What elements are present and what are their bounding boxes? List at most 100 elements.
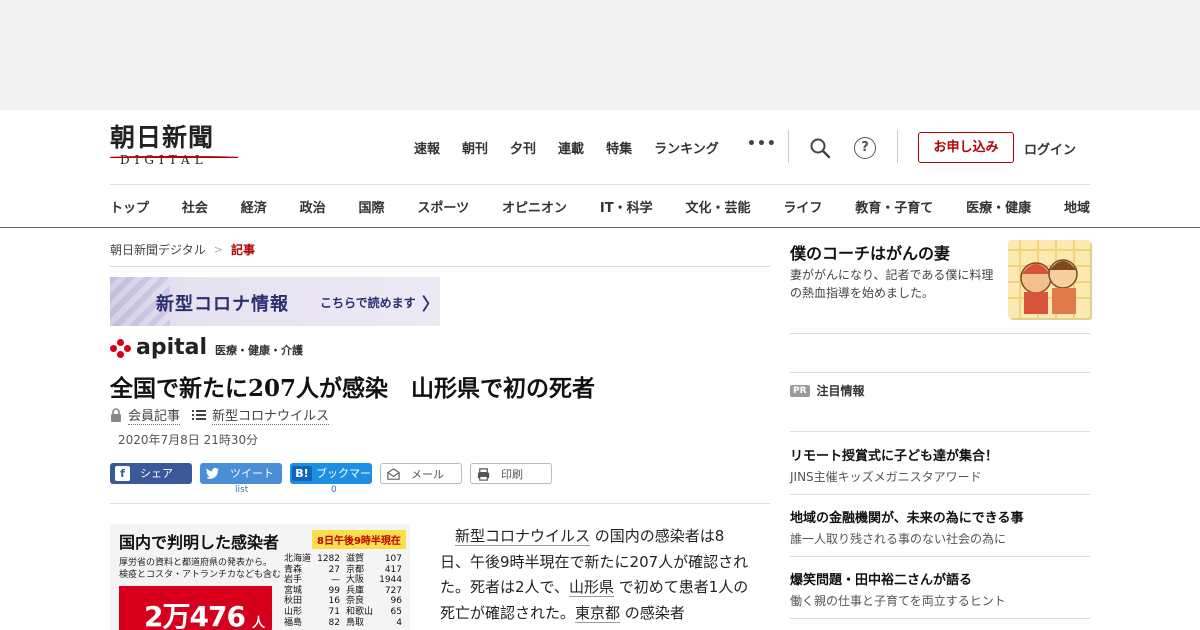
prefecture-name: 滋賀 — [346, 554, 365, 564]
sidebar-feature-title[interactable]: 僕のコーチはがんの妻 — [790, 240, 950, 264]
nav-rensai[interactable]: 連載 — [558, 138, 584, 157]
prefecture-cell: 岩手 — — [284, 575, 346, 586]
asahi-logo[interactable]: 朝日新聞 DIGITAL — [110, 124, 245, 172]
prefecture-count: 727 — [384, 585, 402, 596]
prefecture-name: 鳥取 — [346, 617, 365, 628]
prefecture-name: 兵庫 — [346, 585, 365, 596]
lock-icon — [111, 408, 121, 422]
yamagata-link[interactable]: 山形県 — [568, 578, 614, 597]
apital-label[interactable]: apital 医療・健康・介護 — [110, 337, 303, 359]
prefecture-name: 大阪 — [346, 575, 365, 586]
facebook-share-button[interactable]: f シェア — [110, 463, 192, 484]
divider — [790, 333, 1090, 334]
category-life[interactable]: ライフ — [783, 197, 822, 216]
prefecture-name: 奈良 — [346, 596, 365, 607]
apply-button[interactable]: お申し込み — [918, 132, 1014, 163]
infographic-title: 国内で判明した感染者 — [119, 533, 280, 552]
prefecture-cell: 鳥取 4 — [346, 618, 408, 629]
prefecture-count: 16 — [328, 596, 340, 607]
mail-share-label: メール — [411, 468, 444, 481]
category-opinion[interactable]: オピニオン — [502, 197, 567, 216]
prefecture-cell: 奈良 96 — [346, 596, 408, 607]
category-society[interactable]: 社会 — [182, 197, 208, 216]
banner-link: こちらで読めます — [320, 296, 416, 310]
top-nav: 速報 朝刊 夕刊 連載 特集 ランキング — [414, 138, 741, 157]
category-education[interactable]: 教育・子育て — [855, 197, 933, 216]
breadcrumb-home[interactable]: 朝日新聞デジタル — [110, 241, 206, 258]
infographic-source-line: 厚労省の資料と都道府県の発表から。 — [119, 558, 273, 568]
ad-area — [0, 0, 1200, 110]
chevron-right-icon: 〉 — [422, 295, 439, 315]
prefecture-cell: 山形 71 — [284, 607, 346, 618]
prefecture-row: 山形 71 和歌山 65 — [284, 607, 408, 618]
infographic-as-of: 8日午後9時半現在 — [312, 530, 406, 549]
prefecture-count: — — [331, 575, 340, 586]
tokyo-link[interactable]: 東京都 — [575, 603, 621, 623]
prefecture-row: 福島 82 鳥取 4 — [284, 618, 408, 629]
search-icon[interactable] — [809, 137, 831, 159]
topic-inline-link[interactable]: 新型コロナウイルス — [455, 527, 591, 546]
prefecture-row: 秋田 16 奈良 96 — [284, 596, 408, 607]
divider — [897, 130, 898, 163]
banner-title: 新型コロナ情報 — [156, 294, 289, 315]
print-button[interactable]: 印刷 — [470, 463, 552, 484]
prefecture-count: 107 — [384, 554, 402, 564]
category-culture[interactable]: 文化・芸能 — [685, 197, 750, 216]
facebook-share-label: シェア — [140, 467, 173, 480]
twitter-share-button[interactable]: ツイート — [200, 463, 282, 484]
twitter-count[interactable]: list — [235, 485, 248, 495]
prefecture-name: 青森 — [284, 564, 303, 575]
nav-tokushu[interactable]: 特集 — [606, 138, 632, 157]
breadcrumb-current: 記事 — [230, 243, 255, 257]
category-top[interactable]: トップ — [110, 197, 149, 216]
category-it-science[interactable]: IT・科学 — [600, 197, 653, 216]
hatena-count[interactable]: 0 — [331, 485, 337, 495]
hatena-bookmark-label: ブックマーク — [316, 467, 382, 480]
topic-link[interactable]: 新型コロナウイルス — [212, 405, 330, 425]
prefecture-count: 96 — [390, 596, 402, 607]
prefecture-count: 1944 — [379, 575, 402, 586]
prefecture-count: 99 — [328, 585, 340, 596]
category-sports[interactable]: スポーツ — [417, 197, 469, 216]
sidebar-feature-desc: 妻ががんになり、記者である僕に料理の熱血指導を始めました。 — [790, 268, 994, 300]
category-economy[interactable]: 経済 — [241, 197, 267, 216]
hatena-bookmark-button[interactable]: B! ブックマーク — [290, 463, 382, 484]
prefecture-count: 1282 — [317, 554, 340, 564]
divider — [788, 130, 789, 163]
prefecture-name: 宮城 — [284, 585, 303, 596]
nav-choukan[interactable]: 朝刊 — [462, 138, 488, 157]
category-region[interactable]: 地域 — [1064, 197, 1090, 216]
prefecture-cell: 和歌山 65 — [346, 607, 408, 618]
category-politics[interactable]: 政治 — [300, 197, 326, 216]
infection-infographic[interactable]: 国内で判明した感染者 8日午後9時半現在 厚労省の資料と都道府県の発表から。 検… — [110, 524, 410, 630]
pr-item-title[interactable]: リモート授賞式に子ども達が集合！ — [790, 445, 998, 464]
category-health[interactable]: 医療・健康 — [966, 197, 1031, 216]
logo-jp: 朝日新聞 — [110, 123, 215, 152]
help-icon[interactable]: ? — [854, 137, 876, 159]
mail-icon — [387, 468, 400, 480]
pr-item-sub: 誰一人取り残される事のない社会の為に — [790, 532, 1007, 546]
member-article-label[interactable]: 会員記事 — [128, 405, 181, 425]
category-nav: トップ 社会 経済 政治 国際 スポーツ オピニオン IT・科学 文化・芸能 ラ… — [110, 197, 1090, 216]
prefecture-count: 82 — [328, 617, 340, 628]
prefecture-cell: 青森 27 — [284, 565, 346, 576]
pr-item-title[interactable]: 爆笑問題・田中裕二さんが語る — [790, 569, 972, 588]
prefecture-cell: 福島 82 — [284, 618, 346, 629]
prefecture-count: 65 — [390, 606, 402, 617]
facebook-icon: f — [115, 466, 130, 481]
mail-share-button[interactable]: メール — [380, 463, 462, 484]
nav-yukan[interactable]: 夕刊 — [510, 138, 536, 157]
more-menu-icon[interactable]: ••• — [747, 136, 777, 152]
category-international[interactable]: 国際 — [359, 197, 385, 216]
pr-item-title[interactable]: 地域の金融機関が、未来の為にできる事 — [790, 507, 1023, 526]
login-link[interactable]: ログイン — [1024, 139, 1076, 158]
prefecture-name: 和歌山 — [346, 606, 374, 617]
infographic-total: 2万476 人 — [119, 586, 272, 630]
corona-info-banner[interactable]: 新型コロナ情報 こちらで読めます 〉 — [110, 277, 440, 326]
prefecture-cell: 京都 417 — [346, 565, 408, 576]
print-icon — [477, 468, 490, 481]
feature-illustration[interactable] — [1008, 240, 1090, 318]
nav-ranking[interactable]: ランキング — [654, 138, 719, 157]
nav-sokuho[interactable]: 速報 — [414, 138, 440, 157]
list-icon — [192, 410, 207, 420]
